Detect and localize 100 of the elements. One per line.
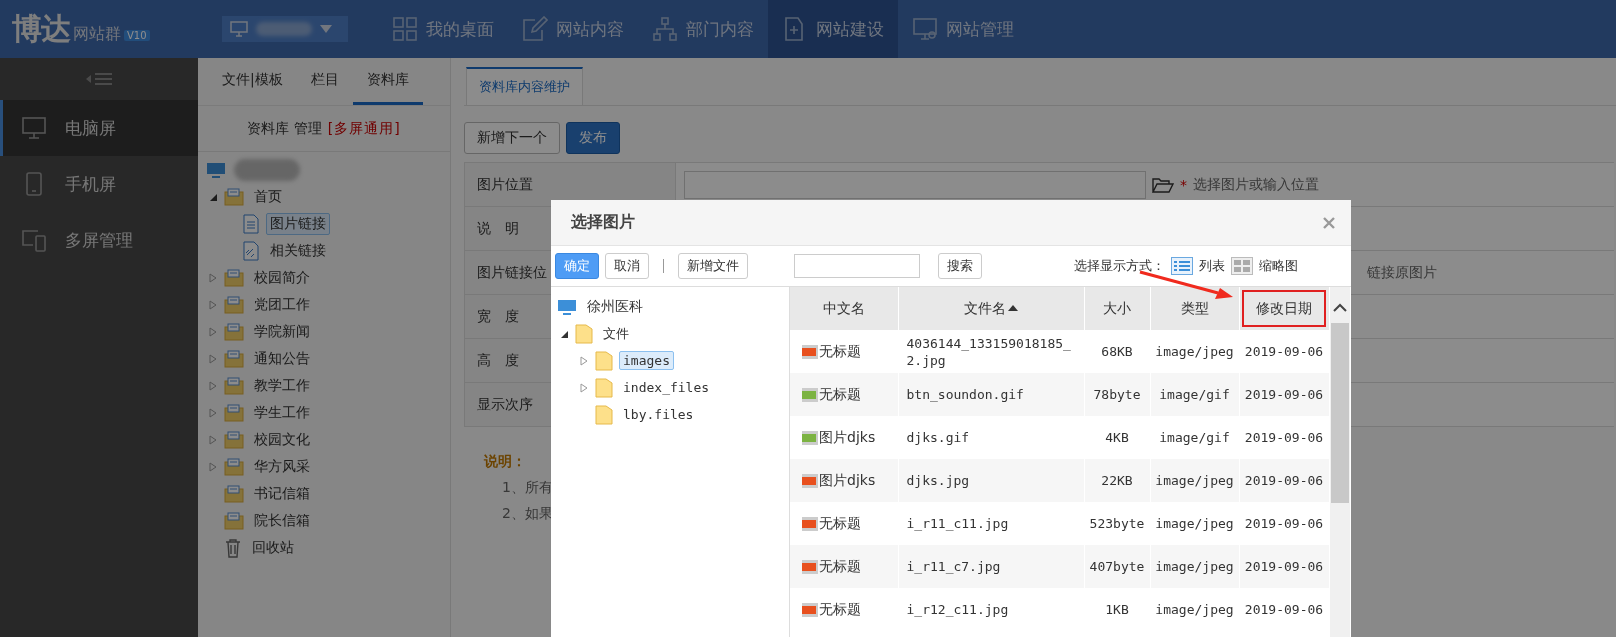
panel-tab[interactable]: 栏目: [296, 58, 353, 105]
site-dropdown[interactable]: [222, 16, 348, 42]
table-cell: 图片djks: [819, 472, 876, 489]
logo-text: 博达: [12, 9, 70, 48]
table-cell: 图片djks: [819, 429, 876, 446]
tree-item[interactable]: 教学工作: [250, 374, 314, 397]
location-hint: 选择图片或输入位置: [1193, 175, 1319, 194]
tree-item[interactable]: 学院新闻: [250, 320, 314, 343]
column-header[interactable]: 类型: [1150, 287, 1239, 330]
sidebar-item[interactable]: 电脑屏: [0, 100, 198, 156]
close-icon[interactable]: [1323, 216, 1335, 229]
jpg-file-icon: [802, 559, 818, 574]
cancel-button[interactable]: 取消: [605, 253, 649, 279]
collapsed-arrow-icon[interactable]: [208, 434, 218, 445]
jpg-file-icon: [802, 473, 818, 488]
table-cell: i_r11_c7.jpg: [898, 545, 1084, 588]
search-field[interactable]: [794, 254, 920, 278]
tree-item[interactable]: 院长信箱: [250, 509, 314, 532]
monitor-icon: [557, 298, 577, 315]
column-header[interactable]: 修改日期: [1239, 287, 1329, 330]
tree-item[interactable]: 通知公告: [250, 347, 314, 370]
location-field[interactable]: [684, 170, 1146, 199]
table-cell: 2019-09-06: [1239, 373, 1329, 416]
version-badge: V10: [124, 29, 150, 41]
confirm-button[interactable]: 确定: [555, 253, 599, 279]
tree-item[interactable]: 图片链接: [266, 212, 330, 235]
scrollbar-thumb[interactable]: [1330, 323, 1349, 503]
collapsed-arrow-icon[interactable]: [579, 382, 589, 393]
table-cell: image/jpeg: [1150, 545, 1239, 588]
collapsed-arrow-icon[interactable]: [208, 407, 218, 418]
folder-icon: [224, 457, 244, 476]
required-mark: *: [1180, 176, 1187, 193]
collapse-menu-icon[interactable]: [86, 72, 112, 86]
nav-tab[interactable]: 网站建设: [768, 0, 898, 58]
panel-tab[interactable]: 文件|模板: [208, 58, 297, 105]
table-cell: i_r12_c11.jpg: [898, 588, 1084, 631]
tree-item[interactable]: 徐州医科: [583, 295, 647, 318]
table-cell: btn_soundon.gif: [898, 373, 1084, 416]
tree-item[interactable]: 学生工作: [250, 401, 314, 424]
folder-icon: [224, 403, 244, 422]
thumbnail-view-icon[interactable]: [1231, 257, 1253, 275]
monitor-icon: [21, 115, 47, 141]
checkbox-label: 链接原图片: [1367, 263, 1437, 282]
collapsed-arrow-icon[interactable]: [208, 353, 218, 364]
publish-button[interactable]: 发布: [566, 122, 620, 154]
tree-item[interactable]: 校园文化: [250, 428, 314, 451]
product-name: 网站群: [73, 23, 121, 45]
nav-tab[interactable]: 部门内容: [638, 0, 768, 58]
folder-icon: [595, 350, 613, 371]
table-cell: 2019-09-06: [1239, 459, 1329, 502]
devices-icon: [21, 227, 47, 253]
tree-item[interactable]: 书记信箱: [250, 482, 314, 505]
list-view-icon[interactable]: [1171, 257, 1193, 275]
collapsed-arrow-icon[interactable]: [208, 461, 218, 472]
tree-item[interactable]: 首页: [250, 185, 286, 208]
collapsed-arrow-icon[interactable]: [208, 272, 218, 283]
column-header[interactable]: 文件名: [898, 287, 1084, 330]
sidebar-item[interactable]: 手机屏: [0, 156, 198, 212]
folder-icon: [224, 484, 244, 503]
collapsed-arrow-icon[interactable]: [579, 355, 589, 366]
table-cell: 无标题: [819, 558, 861, 575]
tree-item[interactable]: 华方风采: [250, 455, 314, 478]
add-next-button[interactable]: 新增下一个: [464, 122, 560, 154]
column-header[interactable]: 大小: [1084, 287, 1150, 330]
monitor-icon: [912, 16, 938, 42]
scroll-up-icon[interactable]: [1332, 303, 1347, 313]
collapsed-arrow-icon[interactable]: [208, 326, 218, 337]
table-cell: 无标题: [819, 386, 861, 403]
folder-icon: [595, 404, 613, 425]
content-tab[interactable]: 资料库内容维护: [466, 67, 583, 105]
table-cell: 无标题: [819, 515, 861, 532]
collapsed-arrow-icon[interactable]: [208, 380, 218, 391]
tree-item[interactable]: 回收站: [248, 536, 298, 559]
new-file-button[interactable]: 新增文件: [678, 253, 748, 279]
column-header[interactable]: 中文名: [790, 287, 898, 330]
tree-item[interactable]: 相关链接: [266, 239, 330, 262]
link-document-icon: [242, 240, 260, 261]
blurred-text: [234, 158, 300, 181]
nav-tab[interactable]: 我的桌面: [378, 0, 508, 58]
folder-icon: [224, 430, 244, 449]
gif-file-icon: [802, 387, 818, 402]
search-button[interactable]: 搜索: [938, 253, 982, 279]
table-cell: image/gif: [1150, 373, 1239, 416]
collapsed-arrow-icon[interactable]: [208, 299, 218, 310]
panel-tab[interactable]: 资料库: [352, 58, 423, 105]
jpg-file-icon: [802, 516, 818, 531]
tree-item[interactable]: 党团工作: [250, 293, 314, 316]
tree-item[interactable]: 校园简介: [250, 266, 314, 289]
sidebar-item[interactable]: 多屏管理: [0, 212, 198, 268]
nav-tab[interactable]: 网站管理: [898, 0, 1028, 58]
open-folder-icon[interactable]: [1152, 175, 1174, 194]
note-text: 1、所有: [502, 479, 553, 497]
edit-icon: [522, 16, 548, 42]
jpg-file-icon: [802, 344, 818, 359]
table-cell: 2019-09-06: [1239, 545, 1329, 588]
view-option[interactable]: 列表: [1199, 257, 1225, 275]
tree-item[interactable]: images: [619, 351, 674, 370]
nav-tab[interactable]: 网站内容: [508, 0, 638, 58]
view-option[interactable]: 缩略图: [1259, 257, 1298, 275]
table-cell: image/jpeg: [1150, 459, 1239, 502]
